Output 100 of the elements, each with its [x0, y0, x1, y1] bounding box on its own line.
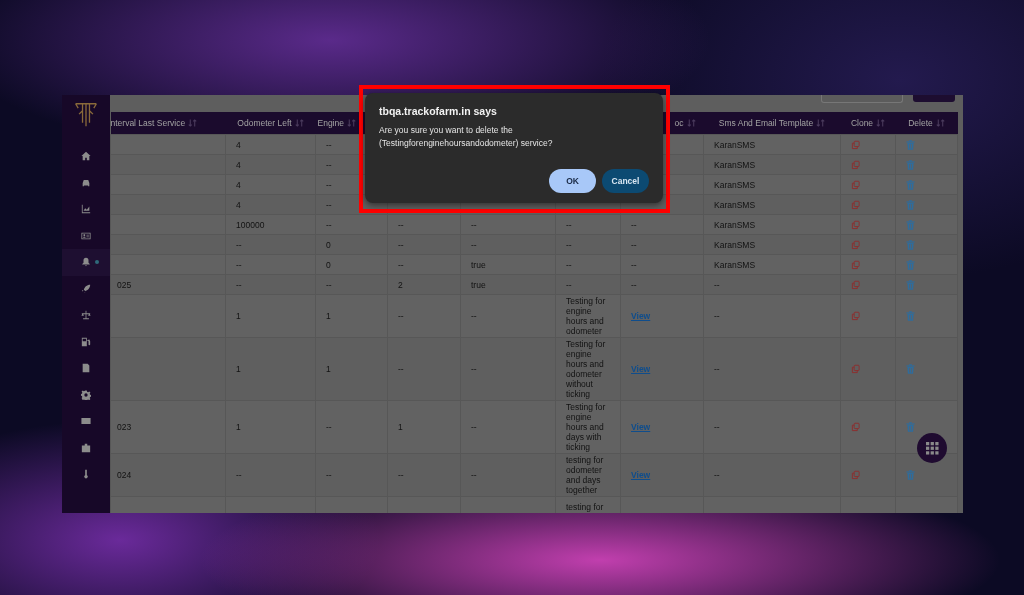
table-cell: 1 — [398, 422, 403, 432]
bell-icon — [81, 257, 91, 268]
table-cell: -- — [566, 259, 572, 270]
trash-icon[interactable] — [906, 219, 915, 230]
table-cell: 025 — [117, 279, 132, 290]
home-icon — [81, 151, 91, 162]
copy-icon[interactable] — [851, 311, 860, 321]
table-cell: 1 — [236, 311, 241, 321]
table-cell-text: Testing for engine hours and odometer — [566, 296, 607, 336]
notification-dot — [95, 260, 99, 264]
table-cell: -- — [714, 364, 720, 374]
table-cell-text: testing for odometer and days together — [566, 455, 605, 495]
table-cell: 0 — [326, 259, 331, 270]
copy-icon[interactable] — [851, 219, 860, 230]
table-cell-text: Testing for engine hours and odometer without ticking — [566, 339, 607, 399]
table-cell: 4 — [236, 159, 241, 170]
copy-icon[interactable] — [851, 199, 860, 210]
table-cell: -- — [471, 239, 477, 250]
trash-icon[interactable] — [906, 259, 915, 270]
column-header[interactable]: oc — [674, 118, 696, 128]
sidebar-item[interactable] — [62, 249, 110, 276]
table-cell: true — [471, 259, 486, 270]
table-cell: -- — [398, 239, 404, 250]
grid-icon — [925, 441, 939, 455]
table-cell: 100000 — [236, 219, 265, 230]
fuel-icon — [81, 336, 91, 347]
copy-icon[interactable] — [851, 364, 860, 374]
dialog-title: tbqa.trackofarm.in says — [379, 105, 498, 117]
ok-button[interactable]: OK — [549, 169, 596, 193]
trash-icon[interactable] — [906, 139, 915, 150]
dialog-message: Are you sure you want to delete the (Testingforenginehoursandodometer) service? — [379, 124, 554, 150]
car-icon — [81, 177, 91, 188]
sort-icon — [935, 119, 945, 127]
table-cell: -- — [566, 239, 572, 250]
table-cell: -- — [471, 470, 477, 480]
table-cell: -- — [326, 179, 332, 190]
sort-icon — [876, 119, 886, 127]
search-field[interactable] — [821, 95, 903, 103]
trash-icon[interactable] — [906, 239, 915, 250]
scale-icon — [81, 310, 91, 321]
table-cell: -- — [471, 364, 477, 374]
table-cell: 1 — [326, 311, 331, 321]
copy-icon[interactable] — [851, 159, 860, 170]
table-cell: -- — [326, 139, 332, 150]
copy-icon[interactable] — [851, 470, 860, 480]
table-cell: 1 — [236, 364, 241, 374]
copy-icon[interactable] — [851, 259, 860, 270]
table-cell: KaranSMS — [714, 139, 756, 150]
table-cell: -- — [398, 219, 404, 230]
trash-icon[interactable] — [906, 179, 915, 190]
table-cell: -- — [631, 259, 637, 270]
copy-icon[interactable] — [851, 422, 860, 432]
table-cell: KaranSMS — [714, 159, 756, 170]
table-cell: -- — [398, 364, 404, 374]
document-icon — [81, 363, 91, 374]
copy-icon[interactable] — [851, 239, 860, 250]
table-cell: -- — [326, 199, 332, 210]
table-cell: -- — [236, 259, 242, 270]
trash-icon[interactable] — [906, 279, 915, 290]
gear-icon — [81, 389, 91, 400]
trash-icon[interactable] — [906, 422, 915, 432]
sort-icon — [816, 119, 826, 127]
table-cell: -- — [236, 279, 242, 290]
table-cell: KaranSMS — [714, 219, 756, 230]
table-cell: 023 — [117, 422, 132, 432]
chart-icon — [81, 204, 91, 215]
table-cell: KaranSMS — [714, 179, 756, 190]
copy-icon[interactable] — [851, 179, 860, 190]
table-cell: -- — [471, 311, 477, 321]
table-cell: 0 — [326, 239, 331, 250]
cancel-button[interactable]: Cancel — [602, 169, 649, 193]
idcard-icon — [81, 230, 91, 241]
table-cell: KaranSMS — [714, 199, 756, 210]
table-cell: -- — [326, 470, 332, 480]
table-cell: 4 — [236, 139, 241, 150]
table-cell: -- — [631, 279, 637, 290]
table-cell: KaranSMS — [714, 259, 756, 270]
table-cell: -- — [326, 219, 332, 230]
sort-icon — [346, 119, 356, 127]
table-cell: -- — [398, 259, 404, 270]
trash-icon[interactable] — [906, 470, 915, 480]
table-cell: 024 — [117, 470, 132, 480]
card-icon — [81, 416, 91, 427]
action-button[interactable] — [913, 95, 955, 102]
table-cell: -- — [714, 279, 720, 290]
table-cell: -- — [398, 470, 404, 480]
trash-icon[interactable] — [906, 199, 915, 210]
table-cell: -- — [471, 219, 477, 230]
table-cell: -- — [714, 422, 720, 432]
table-cell: -- — [398, 311, 404, 321]
table-cell: -- — [714, 311, 720, 321]
trash-icon[interactable] — [906, 364, 915, 374]
table-cell: -- — [326, 279, 332, 290]
copy-icon[interactable] — [851, 139, 860, 150]
table-cell: -- — [326, 159, 332, 170]
trash-icon[interactable] — [906, 159, 915, 170]
badge-icon — [81, 442, 91, 453]
table-cell: -- — [236, 239, 242, 250]
copy-icon[interactable] — [851, 279, 860, 290]
trash-icon[interactable] — [906, 311, 915, 321]
